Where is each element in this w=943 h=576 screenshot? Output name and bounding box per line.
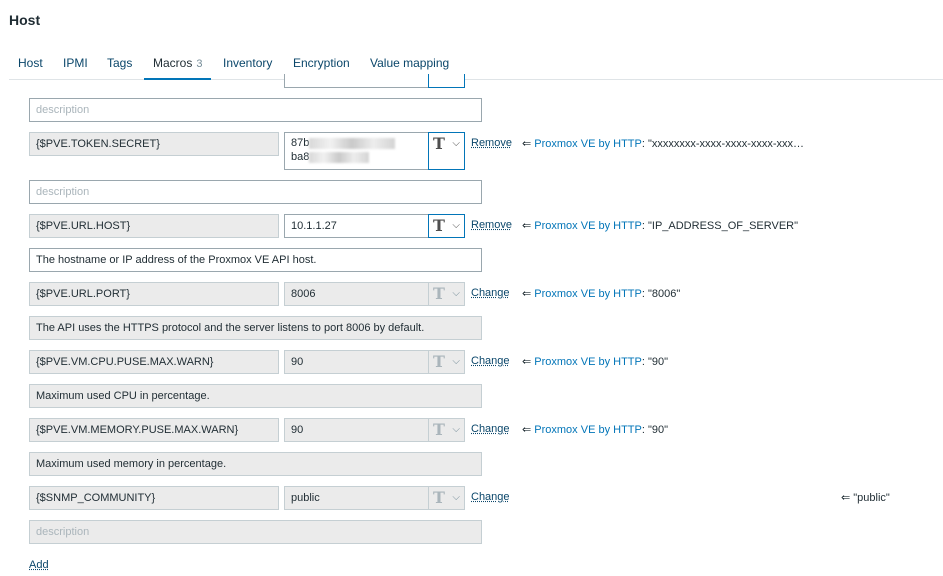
remove-link[interactable]: Remove	[471, 219, 512, 231]
macro-description-field: Maximum used memory in percentage.	[29, 452, 482, 476]
macro-name-field: {$PVE.URL.PORT}	[29, 282, 279, 306]
inherit-arrow-icon: ⇐	[522, 424, 532, 436]
macro-type-select: T ⌵	[428, 418, 465, 442]
macro-name-field: {$SNMP_COMMUNITY}	[29, 486, 279, 510]
inherited-value: ⇐ Proxmox VE by HTTP: "90"	[522, 424, 669, 436]
template-link[interactable]: Proxmox VE by HTTP	[534, 220, 642, 232]
macro-description-field: The API uses the HTTPS protocol and the …	[29, 316, 482, 340]
macro-value-field[interactable]: 10.1.1.27	[284, 214, 430, 238]
page-title: Host	[9, 12, 41, 28]
inherited-value-text: "IP_ADDRESS_OF_SERVER"	[647, 220, 799, 232]
tab-macros-count: 3	[196, 58, 203, 70]
template-link[interactable]: Proxmox VE by HTTP	[534, 288, 642, 300]
change-link[interactable]: Change	[471, 287, 510, 299]
inherit-arrow-icon: ⇐	[522, 288, 532, 300]
text-type-icon: T	[433, 420, 445, 439]
chevron-down-icon: ⌵	[452, 220, 460, 231]
chevron-down-icon: ⌵	[452, 288, 460, 299]
tab-value-mapping-label: Value mapping	[370, 56, 450, 70]
macro-type-select: T ⌵	[428, 282, 465, 306]
tab-host[interactable]: Host	[9, 49, 52, 80]
macro-description-partial[interactable]: description	[29, 98, 482, 122]
macro-value-line1: 87b	[291, 137, 310, 149]
change-link[interactable]: Change	[471, 355, 510, 367]
macro-value-field: 90	[284, 350, 430, 374]
text-type-icon: T	[433, 216, 445, 235]
tab-inventory[interactable]: Inventory	[214, 49, 281, 80]
macro-value-field[interactable]: 87b ba8	[284, 132, 430, 170]
change-link[interactable]: Change	[471, 423, 510, 435]
macro-type-select: T ⌵	[428, 486, 465, 510]
macro-name-field: {$PVE.VM.MEMORY.PUSE.MAX.WARN}	[29, 418, 279, 442]
inherited-value: ⇐ "public"	[841, 491, 890, 504]
inherited-value-text: "90"	[647, 424, 669, 436]
macro-type-select[interactable]: T ⌵	[428, 132, 465, 170]
chevron-down-icon: ⌵	[452, 492, 460, 503]
macro-name-field[interactable]: {$PVE.TOKEN.SECRET}	[29, 132, 279, 156]
inherit-arrow-icon: ⇐	[522, 356, 532, 368]
macro-description-field[interactable]: The hostname or IP address of the Proxmo…	[29, 248, 482, 272]
macro-name-field: {$PVE.VM.CPU.PUSE.MAX.WARN}	[29, 350, 279, 374]
chevron-down-icon: ⌵	[452, 138, 460, 149]
redacted-blur	[309, 151, 370, 163]
inherit-arrow-icon: ⇐	[522, 138, 532, 150]
macro-value-field: 8006	[284, 282, 430, 306]
inherited-value: ⇐ Proxmox VE by HTTP: "IP_ADDRESS_OF_SER…	[522, 220, 799, 232]
redacted-blur	[309, 137, 396, 149]
macro-value-partial[interactable]	[284, 74, 430, 88]
inherited-value-text: "90"	[647, 356, 669, 368]
macro-value-field: public	[284, 486, 430, 510]
text-type-icon: T	[433, 284, 445, 303]
macro-value-line2: ba8	[291, 151, 310, 163]
add-macro-link[interactable]: Add	[29, 559, 49, 571]
tab-bar: Host IPMI Tags Macros 3 Inventory Encrypt…	[9, 49, 943, 80]
change-link[interactable]: Change	[471, 491, 510, 503]
macro-type-select[interactable]: T ⌵	[428, 214, 465, 238]
tab-macros[interactable]: Macros 3	[144, 49, 212, 80]
template-link[interactable]: Proxmox VE by HTTP	[534, 356, 642, 368]
inherited-value-text: "xxxxxxxx-xxxx-xxxx-xxxx-xxx…	[647, 138, 805, 150]
tab-encryption-label: Encryption	[293, 56, 350, 70]
text-type-icon: T	[433, 488, 445, 507]
macro-description-field: Maximum used CPU in percentage.	[29, 384, 482, 408]
remove-link[interactable]: Remove	[471, 137, 512, 149]
macro-type-select: T ⌵	[428, 350, 465, 374]
macro-name-field[interactable]: {$PVE.URL.HOST}	[29, 214, 279, 238]
inherited-value: ⇐ Proxmox VE by HTTP: "8006"	[522, 288, 681, 300]
tab-ipmi[interactable]: IPMI	[54, 49, 97, 80]
tab-tags-label: Tags	[107, 56, 133, 70]
macro-description-field: description	[29, 520, 482, 544]
chevron-down-icon: ⌵	[452, 424, 460, 435]
text-type-icon: T	[433, 352, 445, 371]
tab-ipmi-label: IPMI	[63, 56, 88, 70]
inherited-value: ⇐ Proxmox VE by HTTP: "90"	[522, 356, 669, 368]
tab-macros-label: Macros	[153, 56, 193, 70]
macro-type-partial[interactable]	[428, 74, 465, 88]
inherit-arrow-icon: ⇐	[841, 492, 851, 504]
macro-value-field: 90	[284, 418, 430, 442]
inherited-value: ⇐ Proxmox VE by HTTP: "xxxxxxxx-xxxx-xxx…	[522, 138, 805, 150]
text-type-icon: T	[433, 134, 445, 153]
tab-tags[interactable]: Tags	[98, 49, 141, 80]
inherited-value-text: "8006"	[647, 288, 681, 300]
inherited-value-text: "public"	[853, 492, 890, 504]
tab-host-label: Host	[18, 56, 43, 70]
macro-description-field[interactable]: description	[29, 180, 482, 204]
chevron-down-icon: ⌵	[452, 356, 460, 367]
inherit-arrow-icon: ⇐	[522, 220, 532, 232]
template-link[interactable]: Proxmox VE by HTTP	[534, 424, 642, 436]
tab-inventory-label: Inventory	[223, 56, 273, 70]
template-link[interactable]: Proxmox VE by HTTP	[534, 138, 642, 150]
